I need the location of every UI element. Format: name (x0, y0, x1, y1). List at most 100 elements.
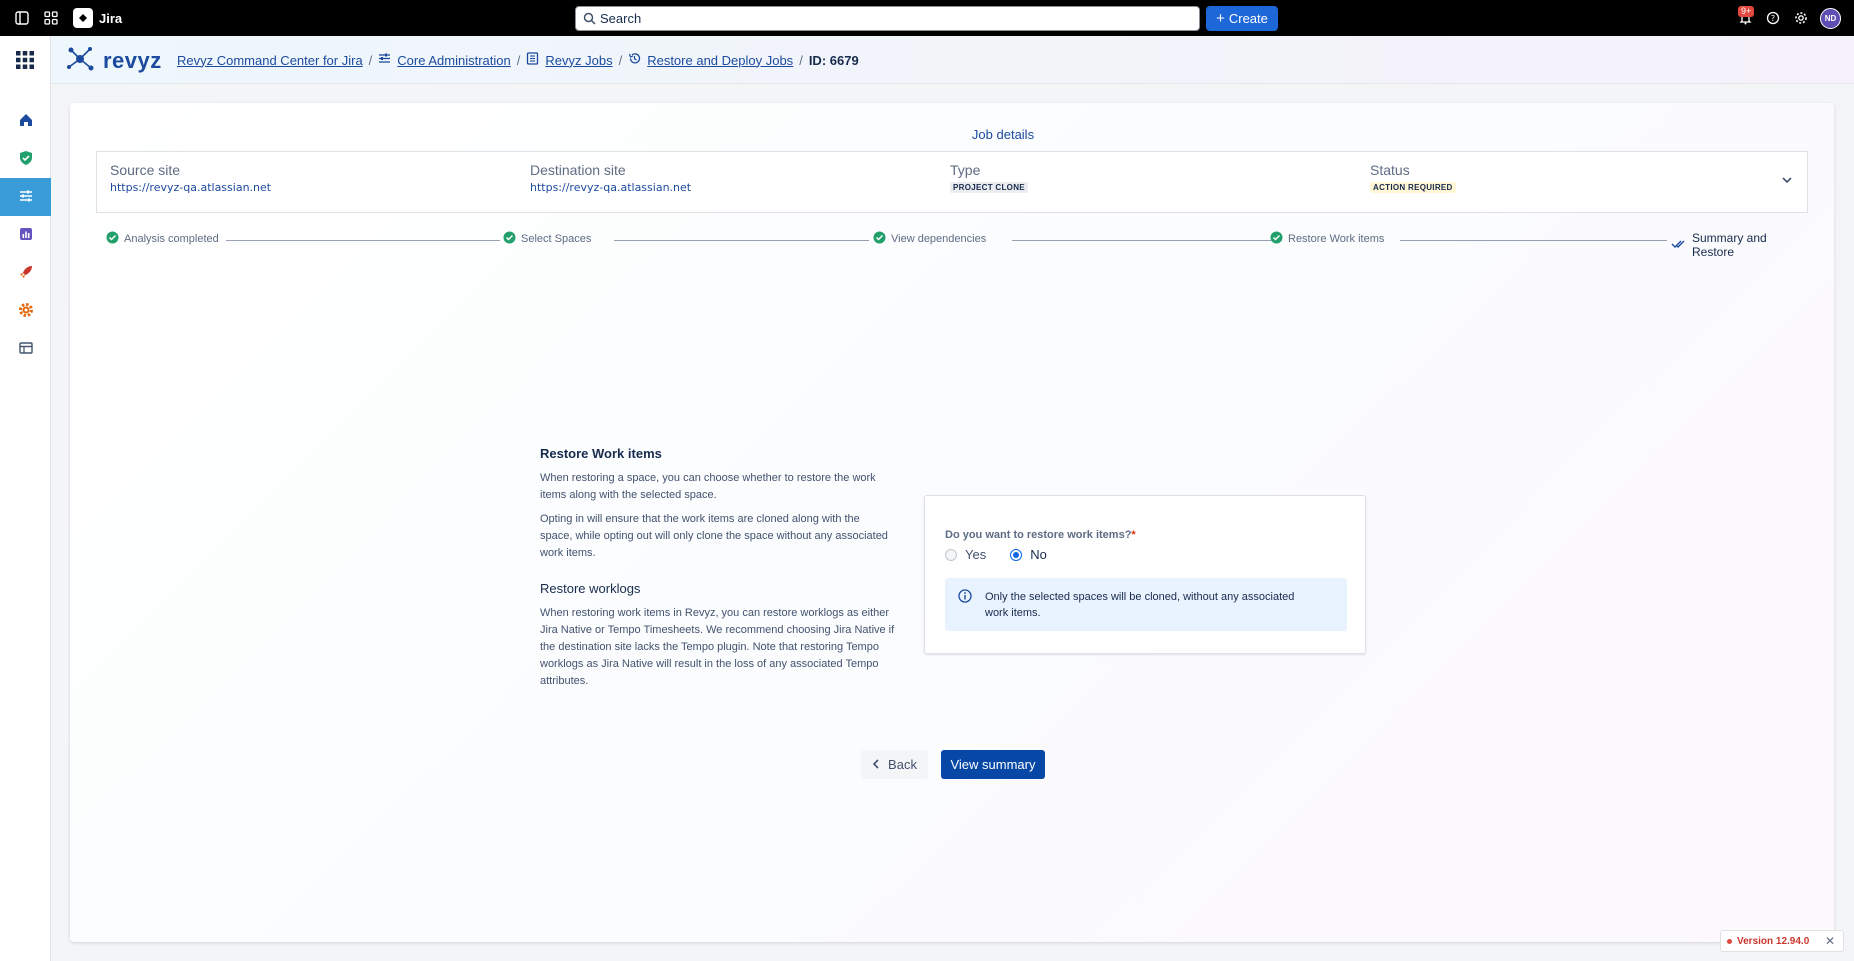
breadcrumb-separator: / (368, 52, 373, 68)
check-circle-icon (1270, 231, 1283, 247)
sidebar-item-administration[interactable] (0, 178, 51, 216)
cog-icon (18, 302, 34, 321)
revyz-logo-icon (63, 42, 97, 79)
question-label: Do you want to restore work items?* (945, 529, 1136, 541)
status-badge: ACTION REQUIRED (1370, 182, 1456, 193)
radio-yes-label[interactable]: Yes (965, 547, 986, 562)
sidebar-item-settings[interactable] (0, 292, 51, 330)
type-field: Type PROJECT CLONE (950, 162, 1028, 193)
shield-check-icon (18, 150, 34, 169)
create-button[interactable]: + Create (1206, 6, 1278, 31)
progress-stepper: Analysis completed Select Spaces View de… (106, 231, 1800, 259)
logo-text: revyz (103, 47, 162, 73)
rocket-icon (18, 264, 34, 283)
section-title-restore-worklogs: Restore worklogs (540, 581, 641, 596)
check-circle-icon (106, 231, 119, 247)
search-icon (583, 12, 596, 28)
jira-logo-icon[interactable] (73, 8, 93, 28)
type-label: Type (950, 162, 981, 178)
status-field: Status ACTION REQUIRED (1370, 162, 1456, 193)
radio-no[interactable] (1010, 548, 1023, 561)
help-icon[interactable]: ? (1764, 9, 1782, 27)
destination-site-value[interactable]: https://revyz-qa.atlassian.net (530, 181, 691, 194)
source-site-field: Source site https://revyz-qa.atlassian.n… (110, 162, 271, 194)
status-dot-icon (1727, 938, 1732, 944)
breadcrumb-separator: / (799, 52, 803, 68)
destination-site-field: Destination site https://revyz-qa.atlass… (530, 162, 691, 194)
sidebar-item-deploy[interactable] (0, 254, 51, 292)
check-circle-icon (503, 231, 516, 247)
gear-icon[interactable] (1792, 9, 1810, 27)
revyz-logo[interactable]: revyz (63, 42, 162, 79)
paragraph: When restoring work items in Revyz, you … (540, 607, 895, 687)
sidebar-toggle-icon[interactable] (13, 9, 31, 27)
home-icon (18, 112, 34, 131)
restore-work-items-form: Do you want to restore work items?* Yes … (924, 495, 1366, 654)
restore-info-section: Restore Work items When restoring a spac… (540, 446, 895, 690)
app-switcher-icon[interactable] (42, 9, 60, 27)
info-icon (958, 589, 972, 606)
main-card: Job details Source site https://revyz-qa… (70, 103, 1834, 942)
info-message: Only the selected spaces will be cloned,… (945, 578, 1347, 631)
paragraph: Opting in will ensure that the work item… (540, 513, 888, 559)
radio-yes[interactable] (945, 548, 957, 561)
sidebar-item-reports[interactable] (0, 216, 51, 254)
app-sidebar (0, 36, 51, 961)
breadcrumb-separator: / (516, 52, 521, 68)
plus-icon: + (1216, 10, 1225, 27)
table-icon (18, 340, 34, 359)
version-label: Version 12.94.0 (1737, 935, 1810, 947)
double-check-icon (1671, 238, 1687, 253)
breadcrumb-separator: / (618, 52, 623, 68)
history-icon (628, 52, 641, 68)
required-mark: * (1131, 529, 1136, 541)
top-navigation-bar: Jira Search + Create 9+ ? ND (0, 0, 1854, 36)
breadcrumb-command-center[interactable]: Revyz Command Center for Jira (177, 53, 363, 68)
back-button[interactable]: Back (861, 750, 928, 779)
step-analysis-completed[interactable]: Analysis completed (106, 231, 219, 247)
page-header: revyz Revyz Command Center for Jira / Co… (16, 36, 1854, 84)
close-icon[interactable]: ✕ (1825, 934, 1835, 948)
type-lozenge: PROJECT CLONE (950, 182, 1028, 193)
svg-text:?: ? (1771, 14, 1775, 23)
breadcrumb-revyz-jobs[interactable]: Revyz Jobs (545, 53, 612, 68)
radio-no-label[interactable]: No (1030, 547, 1047, 562)
notifications-badge: 9+ (1738, 6, 1755, 17)
sidebar-item-security[interactable] (0, 140, 51, 178)
sliders-icon (18, 188, 34, 207)
version-indicator: Version 12.94.0 ✕ (1720, 930, 1844, 952)
step-connector (1012, 240, 1278, 241)
source-site-label: Source site (110, 162, 181, 178)
chart-icon (18, 226, 34, 245)
step-restore-work-items[interactable]: Restore Work items (1270, 231, 1384, 247)
avatar[interactable]: ND (1820, 8, 1841, 29)
breadcrumb-core-administration[interactable]: Core Administration (397, 53, 510, 68)
check-circle-icon (873, 231, 886, 247)
sidebar-item-home[interactable] (0, 102, 51, 140)
search-input[interactable]: Search (575, 6, 1200, 31)
paragraph: When restoring a space, you can choose w… (540, 472, 876, 501)
step-connector (1400, 240, 1667, 241)
breadcrumb-restore-deploy-jobs[interactable]: Restore and Deploy Jobs (647, 53, 793, 68)
view-summary-button[interactable]: View summary (941, 750, 1045, 779)
job-summary-panel: Source site https://revyz-qa.atlassian.n… (96, 151, 1808, 213)
chevron-left-icon (872, 757, 880, 772)
radio-group: Yes No (945, 547, 1047, 562)
breadcrumb: Revyz Command Center for Jira / Core Adm… (177, 52, 859, 68)
source-site-value[interactable]: https://revyz-qa.atlassian.net (110, 181, 271, 194)
step-summary-and-restore[interactable]: Summary and Restore (1671, 231, 1800, 259)
tab-job-details[interactable]: Job details (947, 127, 1059, 154)
apps-grid-icon[interactable] (15, 50, 35, 73)
section-title-restore-work-items: Restore Work items (540, 446, 662, 461)
step-view-dependencies[interactable]: View dependencies (873, 231, 986, 247)
app-name[interactable]: Jira (99, 11, 122, 26)
step-connector (614, 240, 869, 241)
step-select-spaces[interactable]: Select Spaces (503, 231, 591, 247)
sidebar-item-table[interactable] (0, 330, 51, 368)
list-icon (526, 52, 539, 68)
info-message-text: Only the selected spaces will be cloned,… (985, 591, 1295, 619)
chevron-down-icon[interactable] (1781, 174, 1793, 189)
sliders-small-icon (378, 52, 391, 68)
status-label: Status (1370, 162, 1410, 178)
search-placeholder: Search (600, 11, 642, 26)
